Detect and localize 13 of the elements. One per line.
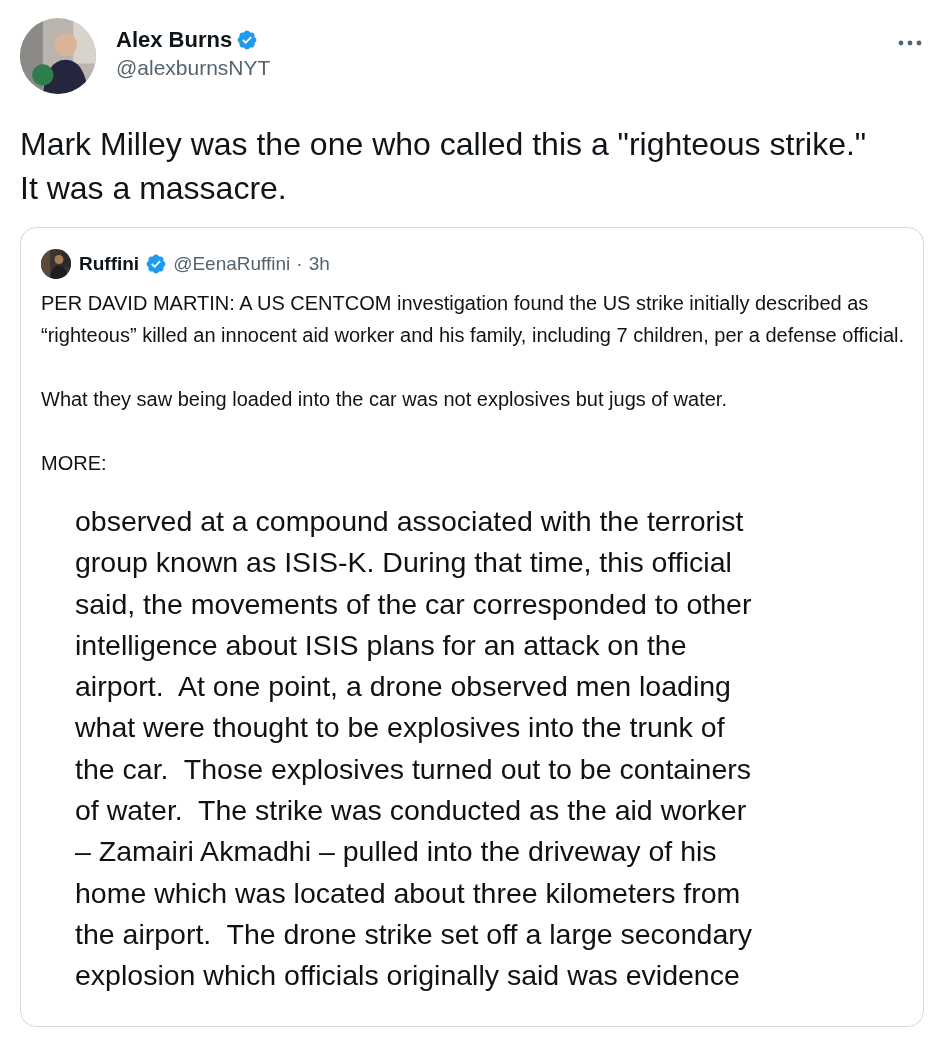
- quoted-author-name[interactable]: Ruffini: [79, 249, 140, 279]
- quoted-tweet-text: MORE:: [41, 451, 108, 476]
- quoted-author-handle[interactable]: @EenaRuffini: [173, 249, 291, 279]
- separator-dot: ·: [296, 251, 303, 276]
- more-options-icon[interactable]: [898, 40, 922, 46]
- quoted-tweet-card[interactable]: [20, 227, 924, 1027]
- document-image: observed at a compound associated with the terrorist group known as ISIS-K. During that time, this official said, the movements of the car corresponded to other intelligence about ISIS plans for an attack on the airport. At one point, a drone observed men loading what were thought to be explosives into the trunk of the car. Those explosives turned out to be containers of water. The strike was conducted as the aid worker – Zamairi Akmadhi – pulled into the driveway of his home which was located about three kilometers from the airport. The drone strike set off a large secondary explosion which officials originally said was evidence: [74, 504, 753, 994]
- author-name[interactable]: Alex Burns: [116, 26, 233, 54]
- author-handle[interactable]: @alexburnsNYT: [116, 54, 271, 82]
- quoted-tweet-text: What they saw being loaded into the car was not explosives but jugs of water.: [41, 387, 728, 412]
- quoted-tweet-text: PER DAVID MARTIN: A US CENTCOM investigation found the US strike initially described as “righteous” killed an innocent aid worker and his family, including 7 children, per a defense official.: [41, 291, 906, 348]
- tweet-text: Mark Milley was the one who called this a "righteous strike." It was a massacre.: [20, 125, 868, 208]
- tweet-time: 3h: [308, 251, 330, 276]
